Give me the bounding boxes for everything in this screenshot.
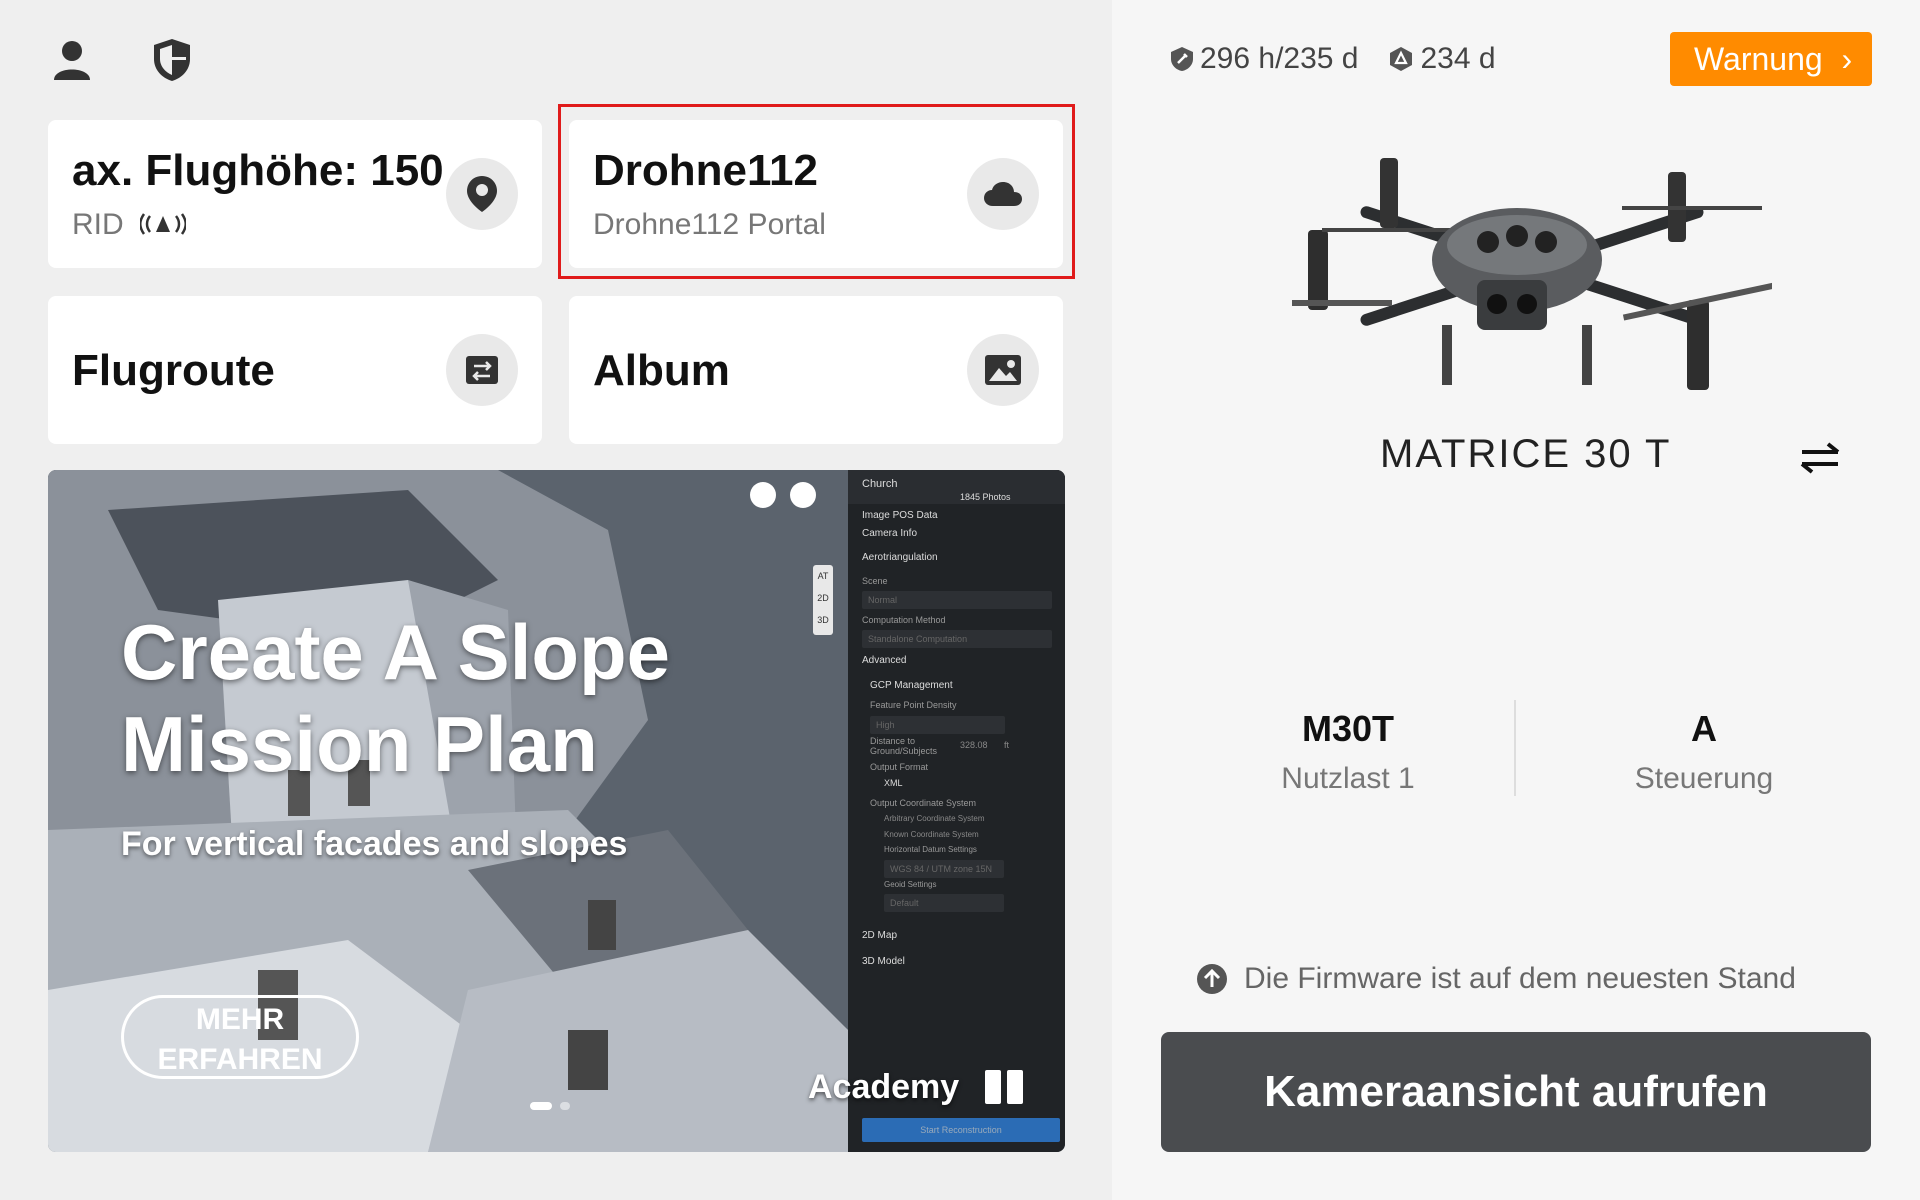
route-icon — [446, 334, 518, 406]
payload-label: Nutzlast 1 — [1281, 762, 1415, 795]
spec-divider — [1514, 700, 1516, 796]
right-panel: 296 h/235 d 234 d Warnung › MATRICE 30 T — [1112, 0, 1920, 1200]
route-card[interactable]: Flugroute — [48, 296, 542, 444]
academy-banner[interactable]: AT 2D 3D Church 1845 Photos Image POS Da… — [48, 470, 1065, 1152]
image-icon — [967, 334, 1039, 406]
maintenance-value: 296 h/235 d — [1200, 42, 1359, 75]
chevron-right-icon: › — [1841, 41, 1853, 77]
firmware-status: Die Firmware ist auf dem neuesten Stand — [1196, 962, 1796, 996]
control-label: Steuerung — [1634, 762, 1774, 795]
learn-more-button[interactable]: MEHR ERFAHREN — [121, 995, 359, 1079]
care-icon — [1390, 47, 1413, 71]
album-title: Album — [593, 346, 730, 395]
left-panel: ax. Flughöhe: 1500m RID Drohne112 Drohne… — [0, 0, 1112, 1200]
top-toolbar — [48, 36, 196, 84]
cloud-subtitle: Drohne112 Portal — [593, 208, 826, 241]
switch-icon[interactable] — [1798, 438, 1842, 478]
cloud-icon — [967, 158, 1039, 230]
user-icon[interactable] — [48, 36, 96, 84]
drone-image — [1292, 158, 1772, 390]
banner-subtitle: For vertical facades and slopes — [121, 825, 628, 863]
control-spec: A Steuerung — [1554, 708, 1854, 796]
maintenance-icon — [1171, 47, 1193, 71]
location-pin-icon — [446, 158, 518, 230]
camera-icon — [750, 482, 776, 508]
maintenance-status: 296 h/235 d 234 d — [1170, 42, 1496, 76]
carousel-indicator[interactable] — [530, 1102, 570, 1110]
cloud-title: Drohne112 — [593, 146, 818, 195]
academy-label: Academy — [808, 1068, 960, 1106]
payload-value: M30T — [1301, 708, 1395, 749]
measure-icon — [790, 482, 816, 508]
academy-logo-icon — [985, 1070, 1023, 1104]
software-panel-screenshot: Church 1845 Photos Image POS Data Camera… — [848, 470, 1065, 1152]
shield-icon[interactable] — [148, 36, 196, 84]
care-value: 234 d — [1420, 42, 1496, 75]
altitude-card[interactable]: ax. Flughöhe: 1500m RID — [48, 120, 542, 268]
upload-arrow-icon — [1197, 964, 1227, 994]
view-tabs: AT 2D 3D — [813, 565, 833, 635]
cloud-card[interactable]: Drohne112 Drohne112 Portal — [569, 120, 1063, 268]
warning-button[interactable]: Warnung › — [1670, 32, 1872, 86]
firmware-text: Die Firmware ist auf dem neuesten Stand — [1244, 962, 1796, 995]
control-value: A — [1691, 708, 1717, 749]
rid-label: RID — [72, 208, 124, 241]
broadcast-icon — [132, 208, 188, 241]
camera-view-button[interactable]: Kameraansicht aufrufen — [1161, 1032, 1871, 1152]
drone-model-name: MATRICE 30 T — [1380, 432, 1672, 476]
payload-spec: M30T Nutzlast 1 — [1198, 708, 1498, 796]
album-card[interactable]: Album — [569, 296, 1063, 444]
banner-title: Create A Slope Mission Plan — [121, 608, 671, 788]
altitude-title: ax. Flughöhe: 1500m — [72, 146, 442, 195]
route-title: Flugroute — [72, 346, 275, 395]
